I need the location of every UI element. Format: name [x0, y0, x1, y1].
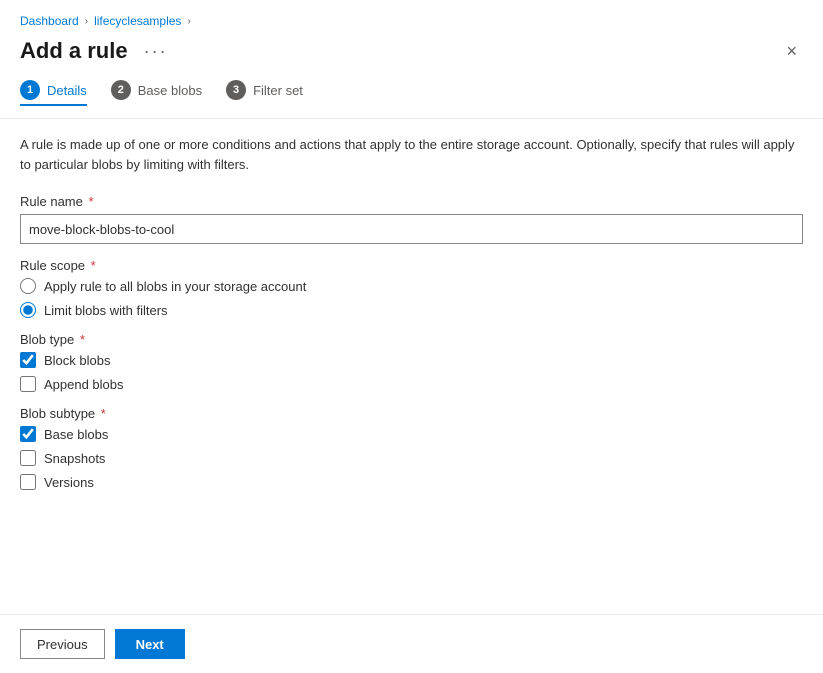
blob-type-group: Blob type * Block blobs Append blobs: [20, 332, 803, 392]
footer: Previous Next: [0, 614, 823, 673]
rule-scope-group: Rule scope * Apply rule to all blobs in …: [20, 258, 803, 318]
append-blobs-item[interactable]: Append blobs: [20, 376, 803, 392]
previous-button[interactable]: Previous: [20, 629, 105, 659]
breadcrumb-lifecyclesamples[interactable]: lifecyclesamples: [94, 14, 181, 28]
base-blobs-label: Base blobs: [44, 427, 108, 442]
block-blobs-checkbox[interactable]: [20, 352, 36, 368]
append-blobs-checkbox[interactable]: [20, 376, 36, 392]
breadcrumb: Dashboard › lifecyclesamples ›: [0, 0, 823, 34]
snapshots-checkbox[interactable]: [20, 450, 36, 466]
step-base-blobs[interactable]: 2 Base blobs: [111, 80, 202, 106]
block-blobs-item[interactable]: Block blobs: [20, 352, 803, 368]
rule-name-input[interactable]: [20, 214, 803, 244]
scope-limit-radio[interactable]: [20, 302, 36, 318]
versions-label: Versions: [44, 475, 94, 490]
rule-name-group: Rule name *: [20, 194, 803, 244]
page-container: Dashboard › lifecyclesamples › Add a rul…: [0, 0, 823, 673]
rule-scope-label: Rule scope *: [20, 258, 803, 273]
step-1-label: Details: [47, 83, 87, 98]
next-button[interactable]: Next: [115, 629, 185, 659]
step-1-circle: 1: [20, 80, 40, 100]
versions-checkbox[interactable]: [20, 474, 36, 490]
blob-subtype-group: Blob subtype * Base blobs Snapshots Vers…: [20, 406, 803, 490]
page-title: Add a rule: [20, 38, 128, 64]
rule-name-required: *: [85, 194, 94, 209]
tabs-divider: [0, 118, 823, 119]
scope-all-item[interactable]: Apply rule to all blobs in your storage …: [20, 278, 803, 294]
block-blobs-label: Block blobs: [44, 353, 110, 368]
step-3-circle: 3: [226, 80, 246, 100]
blob-type-checkbox-group: Block blobs Append blobs: [20, 352, 803, 392]
main-content: A rule is made up of one or more conditi…: [0, 135, 823, 614]
blob-type-required: *: [76, 332, 85, 347]
snapshots-label: Snapshots: [44, 451, 105, 466]
blob-subtype-checkbox-group: Base blobs Snapshots Versions: [20, 426, 803, 490]
scope-limit-item[interactable]: Limit blobs with filters: [20, 302, 803, 318]
blob-subtype-label: Blob subtype *: [20, 406, 803, 421]
base-blobs-item[interactable]: Base blobs: [20, 426, 803, 442]
scope-radio-group: Apply rule to all blobs in your storage …: [20, 278, 803, 318]
scope-limit-label: Limit blobs with filters: [44, 303, 168, 318]
blob-type-label: Blob type *: [20, 332, 803, 347]
rule-scope-required: *: [87, 258, 96, 273]
step-details[interactable]: 1 Details: [20, 80, 87, 106]
description-text: A rule is made up of one or more conditi…: [20, 135, 803, 174]
step-3-label: Filter set: [253, 83, 303, 98]
steps-bar: 1 Details 2 Base blobs 3 Filter set: [0, 74, 823, 118]
ellipsis-button[interactable]: ···: [138, 39, 174, 64]
append-blobs-label: Append blobs: [44, 377, 124, 392]
versions-item[interactable]: Versions: [20, 474, 803, 490]
scope-all-radio[interactable]: [20, 278, 36, 294]
breadcrumb-chevron-1: ›: [85, 16, 88, 27]
base-blobs-checkbox[interactable]: [20, 426, 36, 442]
breadcrumb-chevron-2: ›: [187, 16, 190, 27]
header: Add a rule ··· ×: [0, 34, 823, 74]
step-2-circle: 2: [111, 80, 131, 100]
breadcrumb-dashboard[interactable]: Dashboard: [20, 14, 79, 28]
snapshots-item[interactable]: Snapshots: [20, 450, 803, 466]
step-2-label: Base blobs: [138, 83, 202, 98]
step-filter-set[interactable]: 3 Filter set: [226, 80, 303, 106]
rule-name-label: Rule name *: [20, 194, 803, 209]
scope-all-label: Apply rule to all blobs in your storage …: [44, 279, 306, 294]
header-left: Add a rule ···: [20, 38, 174, 64]
blob-subtype-required: *: [97, 406, 106, 421]
close-button[interactable]: ×: [780, 39, 803, 64]
